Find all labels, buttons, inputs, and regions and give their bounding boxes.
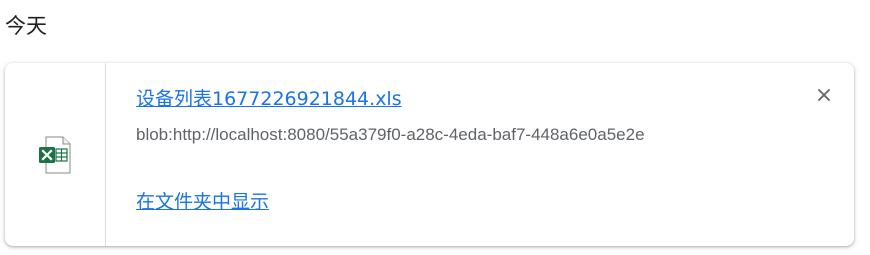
download-item-card: 设备列表1677226921844.xls blob:http://localh…	[5, 63, 854, 246]
source-url-text: blob:http://localhost:8080/55a379f0-a28c…	[136, 125, 645, 144]
file-icon-container	[5, 63, 106, 246]
file-name-link[interactable]: 设备列表1677226921844.xls	[136, 86, 402, 112]
date-section-heading: 今天	[5, 14, 47, 38]
show-in-folder-link[interactable]: 在文件夹中显示	[136, 189, 269, 215]
remove-from-list-button[interactable]	[812, 83, 836, 107]
download-details: 设备列表1677226921844.xls blob:http://localh…	[136, 63, 794, 246]
close-icon	[818, 89, 830, 101]
excel-file-icon	[39, 136, 71, 173]
